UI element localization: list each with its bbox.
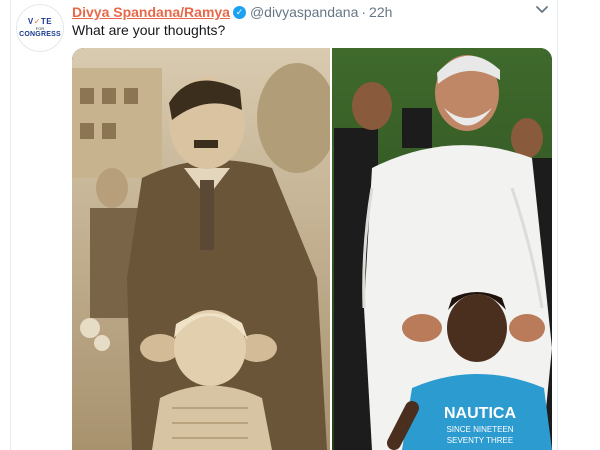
avatar-logo-line1: V✓TE [27, 17, 53, 26]
tweet-media-image[interactable]: NAUTICA SINCE NINETEEN SEVENTY THREE [72, 48, 552, 450]
left-photo [72, 48, 337, 450]
tweet-header: Divya Spandana/Ramya ✓ @divyaspandana · … [72, 3, 392, 21]
user-handle[interactable]: @divyaspandana [250, 4, 358, 20]
timeline-divider-right [557, 0, 558, 450]
shirt-subtext-1: SINCE NINETEEN [446, 425, 513, 434]
avatar[interactable]: V✓TE FOR CONGRESS [16, 4, 64, 52]
right-photo: NAUTICA SINCE NINETEEN SEVENTY THREE [332, 48, 552, 450]
shirt-brand-text: NAUTICA [444, 405, 516, 422]
verified-badge-icon: ✓ [232, 5, 246, 19]
tweet-card[interactable]: V✓TE FOR CONGRESS Divya Spandana/Ramya ✓… [0, 0, 600, 450]
separator-dot: · [361, 4, 367, 20]
display-name[interactable]: Divya Spandana/Ramya [72, 4, 230, 20]
tweet-timestamp[interactable]: 22h [369, 4, 392, 20]
tweet-text: What are your thoughts? [72, 22, 226, 38]
timeline-divider-left [10, 0, 11, 450]
shirt-subtext-2: SEVENTY THREE [447, 436, 513, 445]
avatar-logo-line3: CONGRESS [19, 31, 61, 38]
chevron-down-icon[interactable] [535, 3, 549, 17]
